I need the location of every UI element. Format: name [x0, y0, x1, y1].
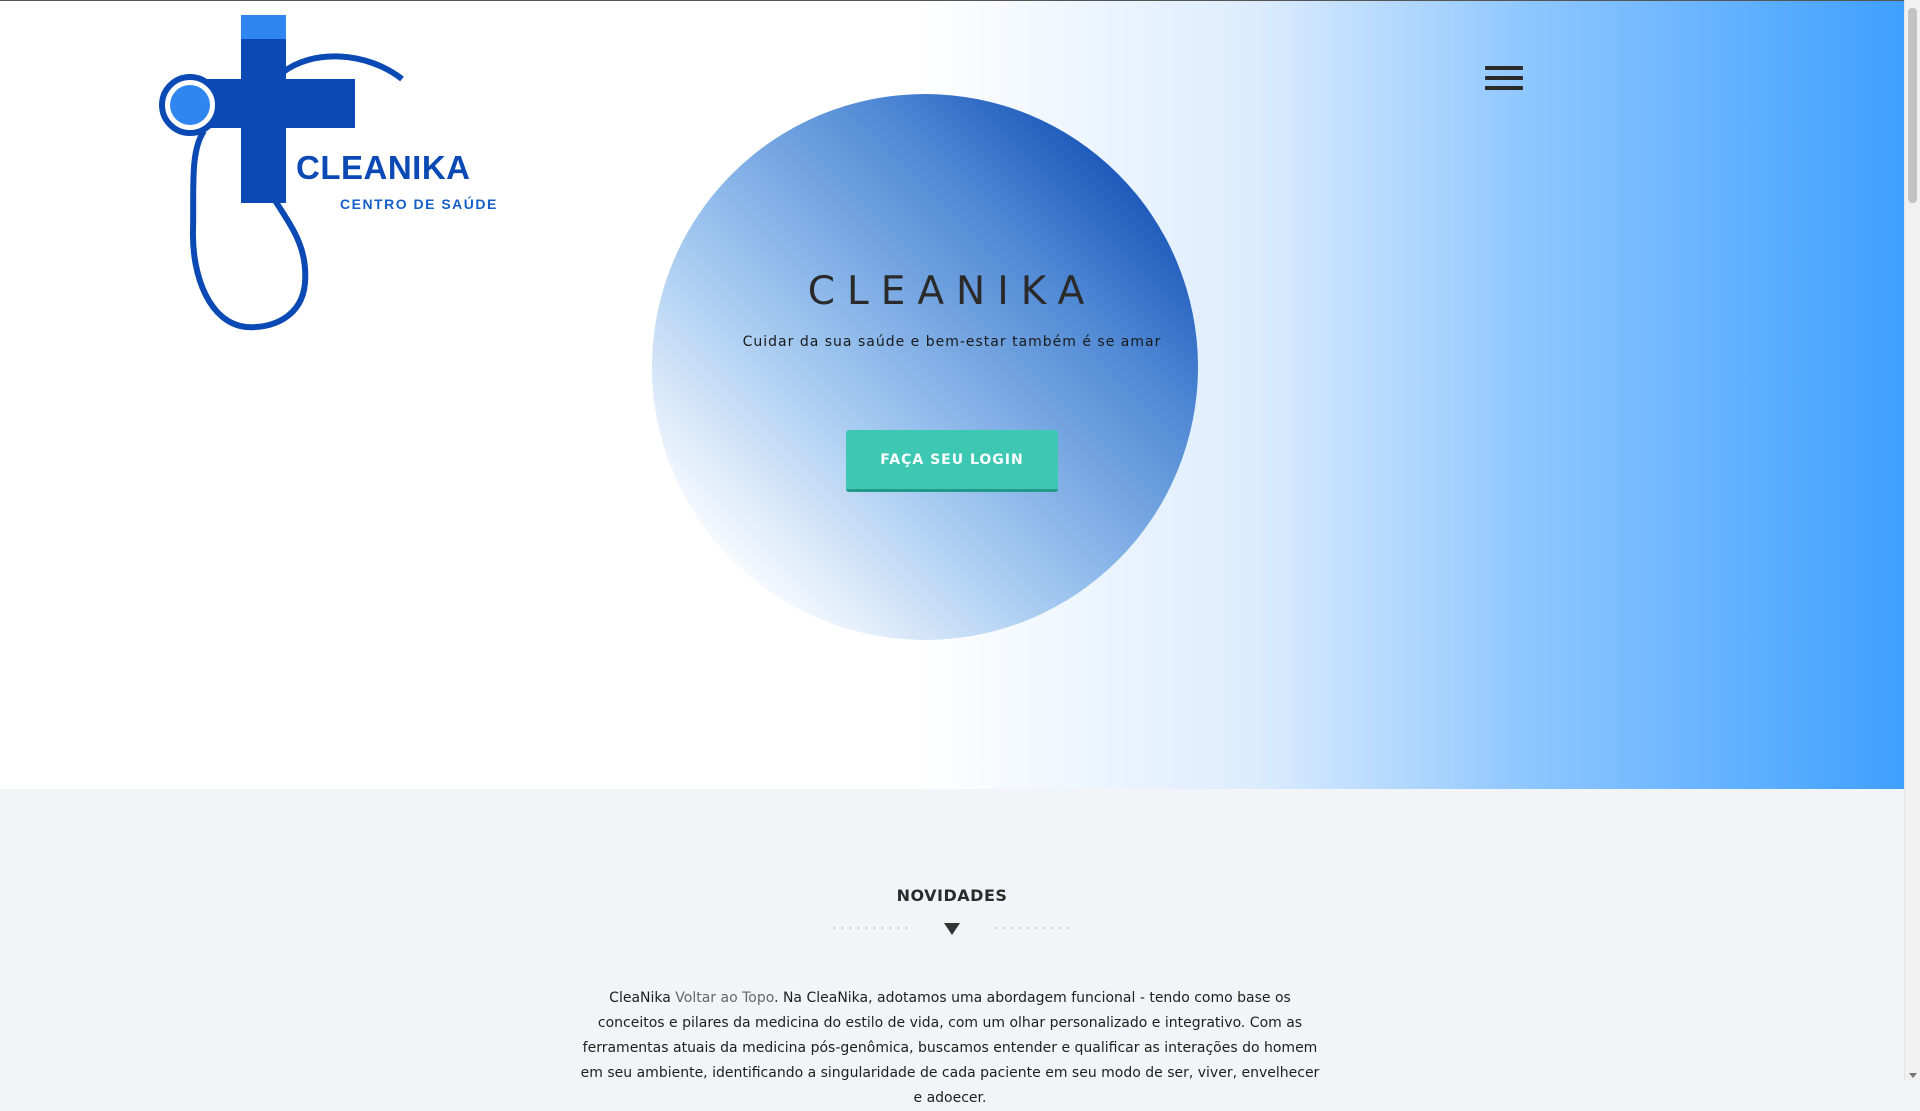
news-title: NOVIDADES — [896, 886, 1008, 905]
hamburger-line — [1485, 86, 1523, 90]
section-divider — [834, 923, 1072, 935]
hero-title: CLEANIKA — [807, 269, 1097, 314]
news-text-start: CleaNika — [609, 990, 676, 1006]
hero-circle — [652, 94, 1198, 640]
news-text: CleaNika Voltar ao Topo. Na CleaNika, ad… — [575, 986, 1325, 1111]
hero-subtitle: Cuidar da sua saúde e bem-estar também é… — [742, 334, 1162, 350]
scrollbar-thumb[interactable] — [1908, 8, 1917, 203]
hamburger-line — [1485, 76, 1523, 80]
login-button[interactable]: FAÇA SEU LOGIN — [846, 430, 1058, 492]
logo-stethoscope-head — [170, 85, 210, 125]
news-text-body: . Na CleaNika, adotamos uma abordagem fu… — [580, 990, 1320, 1106]
back-to-top-link[interactable]: Voltar ao Topo — [675, 990, 774, 1006]
logo-subtitle: CENTRO DE SAÚDE — [340, 196, 498, 212]
hamburger-menu-icon[interactable] — [1485, 66, 1523, 94]
logo-title: CLEANIKA — [296, 149, 471, 186]
hamburger-line — [1485, 66, 1523, 70]
scroll-down-arrow-icon[interactable] — [1909, 1073, 1917, 1078]
page-scrollbar[interactable] — [1904, 0, 1920, 1080]
logo-cross-horizontal — [200, 79, 355, 128]
hero-section: CLEANIKA CENTRO DE SAÚDE CLEANIKA Cuidar… — [0, 0, 1904, 789]
chevron-down-icon — [944, 923, 960, 935]
